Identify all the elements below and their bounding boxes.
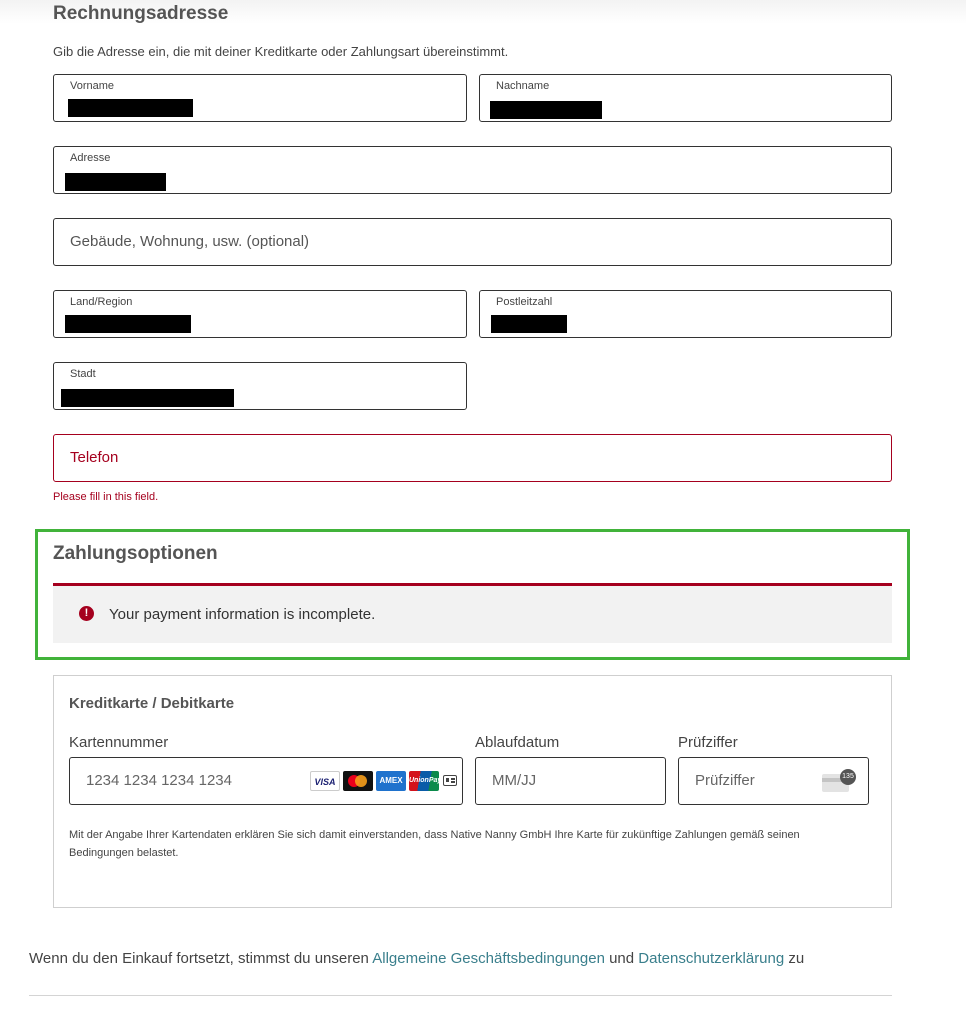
cvc-label: Prüfziffer (678, 734, 738, 751)
billing-title: Rechnungsadresse (53, 3, 229, 24)
redacted-value (61, 389, 234, 407)
expiry-placeholder: MM/JJ (492, 772, 537, 789)
cvc-badge: 135 (840, 769, 856, 785)
card-icon (442, 771, 460, 791)
address-label: Adresse (70, 152, 111, 164)
privacy-link[interactable]: Datenschutzerklärung (638, 950, 784, 967)
first-name-field[interactable]: Vorname (53, 74, 467, 122)
card-number-placeholder: 1234 1234 1234 1234 (86, 772, 232, 789)
building-placeholder: Gebäude, Wohnung, usw. (optional) (70, 233, 310, 250)
postal-code-field[interactable]: Postleitzahl (479, 290, 892, 338)
payment-alert-text: Your payment information is incomplete. (109, 606, 376, 623)
postal-code-label: Postleitzahl (496, 296, 553, 308)
unionpay-icon: UnionPay (409, 771, 439, 791)
card-brands: VISA AMEX UnionPay (310, 771, 460, 791)
mastercard-icon (343, 771, 373, 791)
phone-placeholder: Telefon (70, 449, 119, 466)
amex-icon: AMEX (376, 771, 406, 791)
cvc-placeholder: Prüfziffer (695, 772, 755, 789)
agb-link[interactable]: Allgemeine Geschäftsbedingungen (372, 950, 605, 967)
first-name-label: Vorname (70, 80, 115, 92)
last-name-field[interactable]: Nachname (479, 74, 892, 122)
card-consent-text: Mit der Angabe Ihrer Kartendaten erkläre… (69, 829, 800, 859)
redacted-value (65, 315, 191, 333)
cvc-input[interactable]: Prüfziffer 135 (678, 757, 869, 805)
visa-icon: VISA (310, 771, 340, 791)
card-number-input[interactable]: 1234 1234 1234 1234 VISA AMEX UnionPay (69, 757, 463, 805)
redacted-value (491, 315, 567, 333)
terms-prefix: Wenn du den Einkauf fortsetzt, stimmst d… (29, 950, 369, 967)
redacted-value (65, 173, 166, 191)
terms-suffix: zu (788, 950, 805, 967)
card-number-label: Kartennummer (69, 734, 169, 751)
bottom-divider (29, 995, 892, 996)
phone-field[interactable]: Telefon (53, 434, 892, 482)
country-label: Land/Region (70, 296, 133, 308)
payment-alert: ! Your payment information is incomplete… (53, 586, 892, 643)
redacted-value (490, 101, 602, 119)
payment-method-title: Kreditkarte / Debitkarte (69, 695, 235, 712)
billing-subtitle: Gib die Adresse ein, die mit deiner Kred… (53, 44, 509, 59)
expiry-label: Ablaufdatum (475, 734, 560, 751)
city-label: Stadt (70, 368, 96, 380)
card-payment-panel: Kreditkarte / Debitkarte Kartennummer 12… (53, 675, 892, 908)
address-field[interactable]: Adresse (53, 146, 892, 194)
building-field[interactable]: Gebäude, Wohnung, usw. (optional) (53, 218, 892, 266)
expiry-input[interactable]: MM/JJ (475, 757, 666, 805)
phone-error-message: Please fill in this field. (53, 491, 159, 503)
payment-title: Zahlungsoptionen (53, 543, 218, 564)
terms-notice: Wenn du den Einkauf fortsetzt, stimmst d… (29, 950, 804, 967)
city-field[interactable]: Stadt (53, 362, 467, 410)
redacted-value (68, 99, 193, 117)
country-field[interactable]: Land/Region (53, 290, 467, 338)
error-icon: ! (79, 606, 94, 621)
cvc-card-icon: 135 (822, 769, 856, 792)
terms-middle: und (609, 950, 635, 967)
last-name-label: Nachname (496, 80, 550, 92)
